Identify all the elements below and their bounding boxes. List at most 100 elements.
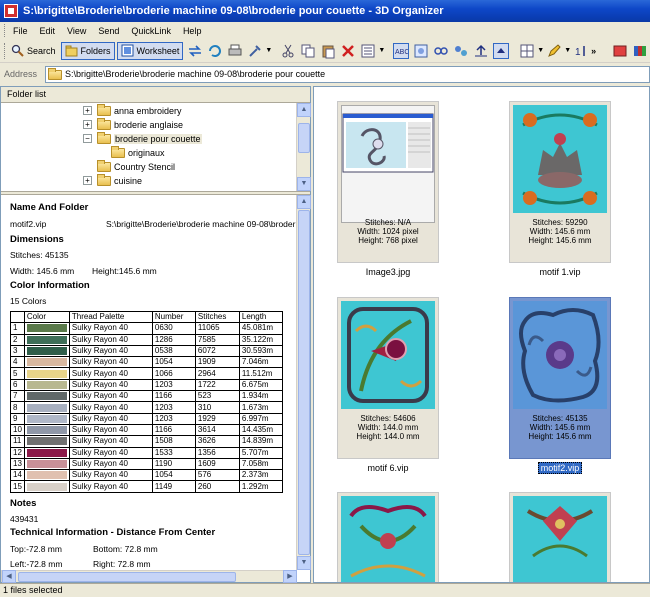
scroll-left-arrow-icon[interactable]: ◀ — [2, 570, 16, 583]
tree-item-broderie-anglaise[interactable]: + broderie anglaise — [83, 117, 183, 131]
address-input[interactable]: S:\brigitte\Broderie\broderie machine 09… — [45, 65, 650, 83]
up-folder-icon[interactable] — [473, 43, 489, 59]
text-view-icon[interactable]: ABC — [393, 42, 410, 59]
refresh-icon[interactable] — [207, 43, 223, 59]
folder-list-header: Folder list — [1, 87, 310, 103]
embroidery-image — [341, 496, 435, 582]
scroll-up-arrow-icon[interactable]: ▲ — [297, 103, 311, 117]
tree-item-label: broderie pour couette — [114, 133, 202, 144]
properties-icon[interactable] — [360, 43, 376, 59]
notes-value: 439431 — [10, 514, 39, 524]
expand-plus-icon[interactable]: + — [83, 106, 92, 115]
row-palette: Sulky Rayon 40 — [68, 333, 153, 346]
color-table-row: 15 Sulky Rayon 40 1149 260 1.292m — [10, 480, 283, 493]
pencil-dropdown-icon[interactable]: ▼ — [564, 47, 571, 54]
tree-item-originaux[interactable]: originaux — [111, 145, 165, 159]
folders-button[interactable]: Folders — [60, 41, 115, 60]
height-value: Height:145.6 mm — [92, 266, 157, 276]
menu-help[interactable]: Help — [183, 26, 202, 36]
print-icon[interactable] — [227, 43, 243, 59]
arrow-up-icon[interactable] — [493, 42, 510, 59]
thumbnail-card[interactable]: Stitches: 59290 Width: 145.6 mm Height: … — [509, 101, 611, 263]
scroll-down-arrow-icon[interactable]: ▼ — [297, 556, 311, 570]
color-table-row: 3 Sulky Rayon 40 0538 6072 30.593m — [10, 344, 283, 358]
row-number: 1190 — [151, 457, 196, 471]
thumbnail-card-selected[interactable]: Stitches: 45135 Width: 145.6 mm Height: … — [509, 297, 611, 459]
tree-item-broderie-pour-couette[interactable]: − broderie pour couette — [83, 131, 202, 145]
thumbnail-image-screenshot — [341, 105, 435, 223]
properties-dropdown-icon[interactable]: ▼ — [378, 47, 385, 54]
more-icon[interactable]: » — [591, 46, 596, 56]
cut-icon[interactable] — [280, 43, 296, 59]
folder-icon — [111, 145, 125, 158]
tools-dropdown-icon[interactable]: ▼ — [265, 47, 272, 54]
collapse-minus-icon[interactable]: − — [83, 134, 92, 143]
sort-icon[interactable]: 1 — [573, 43, 589, 59]
row-color-swatch — [23, 356, 70, 369]
height-text: Height: 144.0 mm — [356, 432, 420, 441]
expand-plus-icon[interactable]: + — [83, 120, 92, 129]
thumbnail-card[interactable]: Stitches: N/A Width: 1024 pixel Height: … — [337, 101, 439, 263]
delete-icon[interactable] — [340, 43, 356, 59]
row-color-swatch — [23, 423, 70, 437]
worksheet-button[interactable]: Worksheet — [116, 41, 184, 60]
menu-edit[interactable]: Edit — [40, 26, 56, 36]
search-button[interactable]: Search — [8, 42, 59, 60]
tree-scroll-thumb[interactable] — [298, 123, 310, 153]
info-scrollbar[interactable]: ▲ ▼ — [296, 195, 311, 570]
thumbnail-card[interactable]: Stitches: 54606 Width: 144.0 mm Height: … — [337, 297, 439, 459]
row-length: 1.292m — [238, 480, 283, 493]
thumbnail-name: motif2.vip — [537, 462, 583, 474]
group-icon[interactable] — [453, 43, 469, 59]
info-hscroll-thumb[interactable] — [18, 572, 236, 582]
name-folder-heading: Name And Folder — [10, 202, 89, 213]
info-scroll-thumb[interactable] — [298, 210, 310, 555]
folder-path: S:\brigitte\Broderie\broderie machine 09… — [106, 219, 296, 229]
dimensions-heading: Dimensions — [10, 234, 64, 245]
menu-quicklink[interactable]: QuickLink — [131, 26, 171, 36]
menu-file[interactable]: File — [13, 26, 28, 36]
copy-icon[interactable] — [300, 43, 316, 59]
info-hscrollbar[interactable]: ◀ ▶ — [1, 570, 297, 583]
books-icon[interactable] — [632, 43, 648, 59]
link-icon[interactable] — [433, 43, 449, 59]
scroll-down-arrow-icon[interactable]: ▼ — [297, 177, 311, 191]
thumbnail-name: motif 6.vip — [367, 463, 409, 473]
tools-icon[interactable] — [247, 43, 263, 59]
menu-bar: File Edit View Send QuickLink Help — [0, 22, 650, 39]
thumbnail-caption[interactable]: motif 1.vip — [509, 267, 611, 277]
thumbnail-card[interactable] — [337, 492, 439, 582]
thumbnail-card[interactable] — [509, 492, 611, 582]
col-stitches: Stitches — [194, 310, 240, 324]
scroll-up-arrow-icon[interactable]: ▲ — [297, 195, 311, 209]
row-stitches: 2964 — [194, 367, 240, 380]
grid-view-icon[interactable] — [519, 43, 535, 59]
paste-icon[interactable] — [320, 43, 336, 59]
tree-item-cuisine[interactable]: + cuisine — [83, 173, 142, 187]
window-title: S:\brigitte\Broderie\broderie machine 09… — [23, 5, 444, 17]
row-color-swatch — [23, 333, 70, 346]
pencil-icon[interactable] — [546, 43, 562, 59]
row-length: 14.839m — [238, 435, 283, 448]
row-length: 6.675m — [238, 378, 283, 392]
thumbnail-caption-selected[interactable]: motif2.vip — [509, 462, 611, 474]
scroll-right-arrow-icon[interactable]: ▶ — [283, 570, 297, 583]
folder-icon — [48, 68, 63, 80]
image-view-icon[interactable] — [413, 43, 429, 59]
row-color-swatch — [23, 344, 70, 358]
tree-item-anna-embroidery[interactable]: + anna embroidery — [83, 103, 182, 117]
color-table-row: 5 Sulky Rayon 40 1066 2964 11.512m — [10, 367, 283, 380]
col-thread-palette: Thread Palette — [68, 310, 153, 324]
grid-dropdown-icon[interactable]: ▼ — [537, 47, 544, 54]
toolbar: Search Folders Worksheet ▼ ▼ ABC ▼ ▼ 1 » — [0, 39, 650, 63]
menu-view[interactable]: View — [67, 26, 86, 36]
tree-item-country-stencil[interactable]: Country Stencil — [97, 159, 175, 173]
expand-plus-icon[interactable]: + — [83, 176, 92, 185]
tree-scrollbar[interactable]: ▲ ▼ — [296, 103, 311, 191]
thumbnail-caption[interactable]: Image3.jpg — [337, 267, 439, 277]
thumbnail-caption[interactable]: motif 6.vip — [337, 463, 439, 473]
color-swatch — [26, 460, 67, 468]
menu-send[interactable]: Send — [98, 26, 119, 36]
help-book-icon[interactable] — [612, 43, 628, 59]
sync-arrows-icon[interactable] — [187, 43, 203, 59]
